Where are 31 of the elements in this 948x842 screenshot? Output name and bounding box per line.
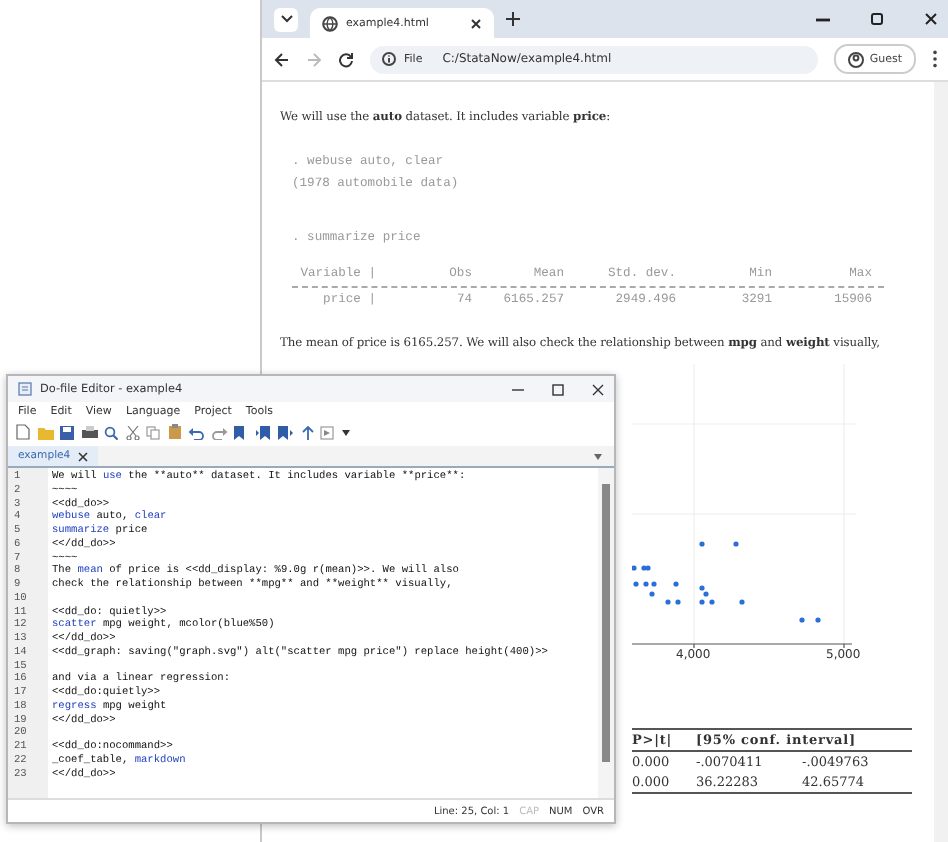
save-icon[interactable] [60, 425, 74, 439]
maximize-icon[interactable] [870, 12, 884, 26]
print-icon[interactable] [81, 425, 97, 439]
close-icon[interactable] [924, 12, 938, 26]
new-tab-icon[interactable] [506, 12, 520, 26]
more-icon[interactable] [932, 50, 938, 68]
next-bookmark-icon[interactable] [278, 425, 294, 439]
search-icon[interactable] [104, 425, 118, 439]
run-icon[interactable] [320, 425, 334, 439]
back-icon[interactable] [274, 51, 290, 67]
close-icon[interactable] [78, 451, 89, 461]
up-arrow-icon[interactable] [301, 425, 313, 439]
redo-icon[interactable] [211, 425, 227, 439]
cut-icon[interactable] [125, 425, 139, 439]
scrollbar-thumb[interactable] [602, 484, 610, 762]
app-icon [18, 382, 32, 396]
close-icon[interactable] [592, 383, 604, 395]
tab-list-icon[interactable] [274, 7, 298, 31]
scrollbar[interactable] [934, 82, 948, 842]
person-icon [847, 51, 864, 67]
close-icon[interactable] [470, 17, 482, 29]
paste-icon[interactable] [167, 424, 181, 440]
new-file-icon[interactable] [16, 424, 30, 440]
bookmark-icon[interactable] [234, 425, 248, 439]
dropdown-caret-icon[interactable] [341, 429, 349, 435]
undo-icon[interactable] [188, 425, 204, 439]
globe-icon [322, 15, 338, 31]
maximize-icon[interactable] [552, 383, 564, 395]
previous-bookmark-icon[interactable] [255, 425, 271, 439]
info-icon [382, 52, 396, 66]
reload-icon[interactable] [338, 51, 354, 67]
